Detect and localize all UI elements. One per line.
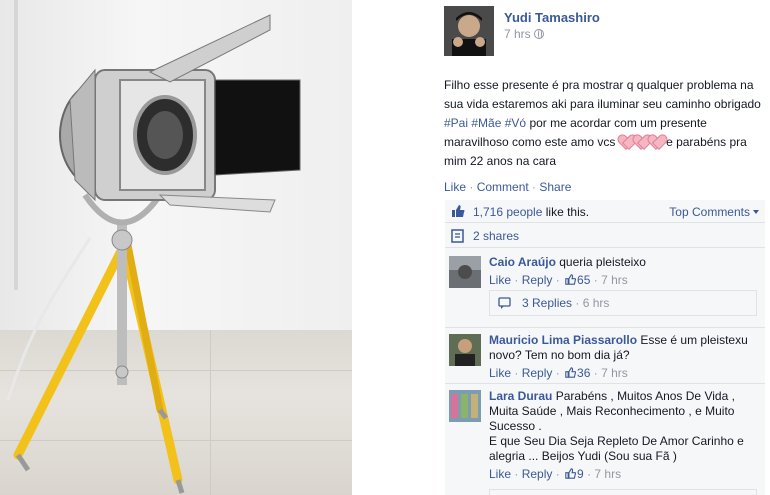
studio-lamp-illustration	[6, 14, 301, 494]
reply-icon	[498, 297, 511, 309]
commenter-name[interactable]: Lara Durau	[489, 389, 552, 403]
post-photo[interactable]	[0, 0, 352, 495]
person-photo-icon	[449, 256, 481, 288]
post-actions: Like · Comment · Share	[444, 180, 571, 194]
comment-time[interactable]: 7 hrs	[594, 467, 621, 481]
author-name[interactable]: Yudi Tamashiro	[504, 10, 600, 25]
view-replies-button[interactable]: 3 Replies · 6 hrs	[489, 290, 757, 316]
thumbs-up-icon[interactable]	[565, 274, 577, 285]
comment-body: Mauricio Lima Piassarollo Esse é um plei…	[489, 333, 759, 381]
comment-text: queria pleisteixo	[555, 255, 646, 269]
author-avatar[interactable]	[444, 6, 494, 56]
comment-text-line-2: E que Seu Dia Seja Repleto De Amor Carin…	[489, 434, 744, 463]
shares-row: 2 shares	[445, 224, 765, 248]
comment-body: Lara Durau Parabéns , Muitos Anos De Vid…	[489, 389, 759, 482]
hashtag-pai[interactable]: #Pai	[444, 116, 468, 130]
comment-divider	[445, 327, 765, 328]
comment-like-count[interactable]: 65	[577, 273, 590, 287]
likes-summary: 1,716 people like this.	[473, 205, 589, 219]
top-comments-dropdown[interactable]: Top Comments	[669, 205, 759, 219]
comment-like-link[interactable]: Like	[489, 273, 511, 287]
comment-like-link[interactable]: Like	[489, 467, 511, 481]
likes-suffix: like this.	[542, 205, 590, 219]
likes-row: 1,716 people like this. Top Comments	[445, 200, 765, 223]
action-separator: ·	[466, 180, 477, 194]
shares-link[interactable]: 2 shares	[473, 229, 519, 243]
view-replies-button[interactable]	[489, 489, 757, 495]
comment-meta: Like · Reply · 9 · 7 hrs	[489, 467, 622, 481]
heart-icon	[649, 135, 663, 149]
comment-time[interactable]: 7 hrs	[601, 366, 628, 380]
comment-link[interactable]: Comment	[477, 180, 529, 194]
caret-down-icon[interactable]	[753, 210, 759, 214]
comment-like-link[interactable]: Like	[489, 366, 511, 380]
caption-text-1: Filho esse presente é pra mostrar q qual…	[444, 78, 761, 111]
thumbs-up-icon[interactable]	[565, 468, 577, 479]
like-link[interactable]: Like	[444, 180, 466, 194]
likes-count-link[interactable]: 1,716 people	[473, 205, 542, 219]
post-time[interactable]: 7 hrs	[504, 27, 531, 41]
action-separator: ·	[528, 180, 540, 194]
hearts-emoji	[619, 135, 663, 149]
comment-time[interactable]: 7 hrs	[601, 273, 628, 287]
comment-meta: Like · Reply · 65 · 7 hrs	[489, 273, 628, 287]
commenter-avatar[interactable]	[449, 256, 481, 288]
comment-divider	[445, 383, 765, 384]
hashtag-vo[interactable]: #Vó	[505, 116, 526, 130]
post-timestamp[interactable]: 7 hrs	[504, 27, 544, 41]
comment-item: Mauricio Lima Piassarollo Esse é um plei…	[445, 330, 765, 380]
globe-icon[interactable]	[533, 29, 544, 39]
replies-label[interactable]: 3 Replies · 6 hrs	[522, 296, 609, 310]
comment-item: Lara Durau Parabéns , Muitos Anos De Vid…	[445, 386, 765, 486]
comment-reply-link[interactable]: Reply	[522, 467, 553, 481]
person-photo-icon	[449, 390, 481, 422]
share-icon	[451, 229, 464, 243]
post-header: Yudi Tamashiro 7 hrs	[444, 6, 764, 61]
commenter-avatar[interactable]	[449, 334, 481, 366]
hashtag-mae[interactable]: #Mãe	[471, 116, 501, 130]
heart-icon	[634, 135, 648, 149]
replies-count[interactable]: 3 Replies	[522, 296, 572, 310]
post-panel: Yudi Tamashiro 7 hrs Filho esse presente…	[352, 0, 770, 495]
comment-item: Caio Araújo queria pleisteixo Like · Rep…	[445, 252, 765, 342]
top-comments-label[interactable]: Top Comments	[669, 205, 750, 219]
comment-like-count[interactable]: 9	[577, 467, 584, 481]
comment-like-count[interactable]: 36	[577, 366, 590, 380]
share-link[interactable]: Share	[539, 180, 571, 194]
feedback-panel: 1,716 people like this. Top Comments 2 s…	[445, 200, 765, 495]
commenter-avatar[interactable]	[449, 390, 481, 422]
replies-time: · 6 hrs	[572, 296, 610, 310]
person-photo-icon	[444, 6, 494, 56]
commenter-name[interactable]: Mauricio Lima Piassarollo	[489, 333, 637, 347]
heart-icon	[619, 135, 633, 149]
comment-meta: Like · Reply · 36 · 7 hrs	[489, 366, 628, 380]
commenter-name[interactable]: Caio Araújo	[489, 255, 556, 269]
comment-body: Caio Araújo queria pleisteixo Like · Rep…	[489, 255, 759, 288]
comment-reply-link[interactable]: Reply	[522, 366, 553, 380]
person-photo-icon	[449, 334, 481, 366]
comment-reply-link[interactable]: Reply	[522, 273, 553, 287]
thumbs-up-icon	[452, 205, 465, 217]
thumbs-up-icon[interactable]	[565, 367, 577, 378]
post-caption: Filho esse presente é pra mostrar q qual…	[444, 76, 764, 171]
